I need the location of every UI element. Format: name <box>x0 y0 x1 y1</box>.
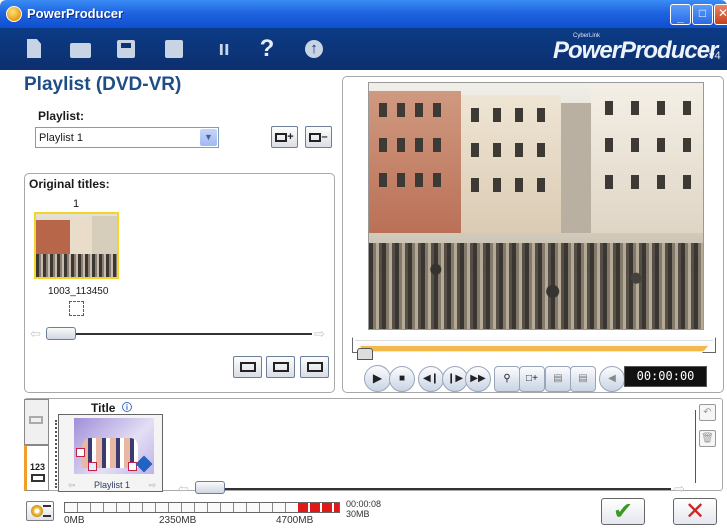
tools-icon[interactable]: ıı <box>212 37 236 61</box>
tab-chapters[interactable]: 123 <box>24 445 49 491</box>
playhead[interactable] <box>357 348 373 360</box>
chevron-down-icon[interactable]: ▼ <box>200 129 217 146</box>
select-title-button[interactable] <box>266 356 295 378</box>
undo-button[interactable]: ↶ <box>699 404 716 421</box>
upgrade-icon[interactable] <box>302 37 326 61</box>
brand-version: v4 <box>709 50 721 62</box>
clip-name: 1003_113450 <box>48 286 109 297</box>
brand-logo: CyberLink PowerProducer v4 <box>545 33 725 67</box>
add-chapter-button[interactable]: □+ <box>519 366 545 392</box>
fast-forward-button[interactable]: ▶▶ <box>465 366 491 392</box>
chapter-settings-button[interactable]: ▤ <box>570 366 596 392</box>
disc-settings-button[interactable] <box>26 501 54 521</box>
volume-button[interactable]: ◀ <box>599 366 625 392</box>
title-card-thumbnail <box>74 418 154 474</box>
ok-button[interactable]: ✔ <box>601 498 645 525</box>
insert-title-button[interactable] <box>233 356 262 378</box>
titles-scroll-track[interactable] <box>46 333 312 335</box>
chapter-button[interactable]: ▤ <box>545 366 571 392</box>
close-icon: ✕ <box>717 6 727 20</box>
tab-number: 123 <box>30 462 46 472</box>
open-folder-icon[interactable] <box>68 37 92 61</box>
checkbox-icon <box>76 448 85 457</box>
app-icon <box>6 6 22 22</box>
titles-scroll-thumb[interactable] <box>46 327 76 340</box>
brand-name: PowerProducer <box>553 37 718 64</box>
window-title: PowerProducer <box>27 6 124 21</box>
video-preview <box>368 82 704 330</box>
delete-title-icon <box>307 362 323 372</box>
storyboard-scroll-thumb[interactable] <box>195 481 225 494</box>
film-icon <box>29 416 43 424</box>
remove-playlist-icon <box>309 132 322 142</box>
remove-playlist-button[interactable]: – <box>305 126 332 148</box>
storyboard-title-label: Title <box>91 401 116 415</box>
previous-frame-button[interactable]: ◀❙ <box>418 366 444 392</box>
close-button[interactable]: ✕ <box>714 4 727 25</box>
disc-icon <box>31 505 43 517</box>
playlist-selected-value: Playlist 1 <box>39 132 84 144</box>
stop-button[interactable]: ■ <box>389 366 415 392</box>
maximize-button[interactable]: □ <box>692 4 713 25</box>
page-title: Playlist (DVD-VR) <box>24 74 182 95</box>
delete-title-button[interactable] <box>300 356 329 378</box>
select-title-icon <box>273 362 289 372</box>
trim-range-bar <box>352 346 716 351</box>
minimize-icon: _ <box>677 10 684 24</box>
clip-select-checkbox[interactable] <box>69 301 84 316</box>
insert-title-icon <box>240 362 256 372</box>
capacity-tick-1: 2350MB <box>159 515 197 526</box>
help-icon[interactable]: ? <box>255 37 279 61</box>
title-card-caption: ⇦ Playlist 1 ⇨ <box>68 480 156 490</box>
original-titles-label: Original titles: <box>29 177 110 191</box>
checkbox-icon <box>88 462 97 471</box>
zoom-preview-button[interactable]: ⚲ <box>494 366 520 392</box>
caption-left-arrow-icon[interactable]: ⇦ <box>68 480 76 491</box>
capacity-tick-0: 0MB <box>64 515 85 526</box>
timecode-display: 00:00:00 <box>624 366 707 387</box>
film-icon <box>31 474 45 482</box>
film-badge-icon <box>135 455 153 473</box>
new-project-icon[interactable] <box>22 37 46 61</box>
storyboard-scroll-track[interactable] <box>195 488 671 490</box>
capacity-overflow-marker <box>298 503 339 512</box>
capacity-tick-2: 4700MB <box>276 515 314 526</box>
tab-titles[interactable] <box>24 399 49 445</box>
clip-index: 1 <box>73 198 80 210</box>
playlist-label: Playlist: <box>38 109 85 123</box>
main-toolbar: ıı ? CyberLink PowerProducer v4 <box>0 28 727 70</box>
clip-thumbnail[interactable] <box>34 212 119 279</box>
add-playlist-icon <box>275 132 288 142</box>
total-duration: 00:00:08 <box>346 499 382 509</box>
maximize-icon: □ <box>698 6 707 20</box>
export-icon[interactable] <box>162 37 186 61</box>
cancel-button[interactable]: ✕ <box>673 498 717 525</box>
trash-button[interactable]: 🗑 <box>699 430 716 447</box>
add-playlist-button[interactable]: + <box>271 126 298 148</box>
playlist-dropdown[interactable]: Playlist 1 ▼ <box>35 127 219 148</box>
save-icon[interactable] <box>114 37 138 61</box>
minimize-button[interactable]: _ <box>670 4 691 25</box>
info-icon[interactable]: i <box>122 402 132 412</box>
scroll-right-icon[interactable]: ⇨ <box>314 326 325 342</box>
play-button[interactable]: ▶ <box>364 365 391 392</box>
title-bar: PowerProducer _ □ ✕ <box>0 0 727 28</box>
capacity-info: 00:00:08 30MB <box>346 499 381 519</box>
total-size: 30MB <box>346 509 370 519</box>
caption-right-arrow-icon[interactable]: ⇨ <box>148 480 156 491</box>
divider <box>695 410 696 483</box>
scroll-left-icon[interactable]: ⇦ <box>30 326 41 342</box>
list-icon <box>43 505 51 517</box>
